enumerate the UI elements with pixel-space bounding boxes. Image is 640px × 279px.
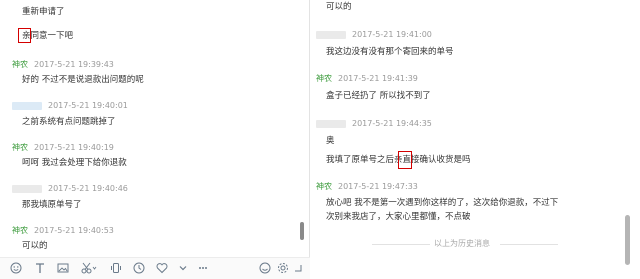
left-message-list: 重新申请了 亲同意一下吧 神农 2017-5-21 19:39:43 好的 不过不…	[0, 0, 302, 257]
history-icon[interactable]	[132, 262, 146, 276]
heart-icon[interactable]	[155, 262, 169, 276]
message-text: 好的 不过不是说退款出问题的呢	[22, 75, 144, 85]
message-meta: 2017-5-21 19:44:35	[316, 118, 432, 129]
message-time: 2017-5-21 19:41:39	[338, 74, 418, 83]
message-meta: 神农 2017-5-21 19:39:43	[12, 59, 114, 70]
highlight-box	[398, 151, 412, 169]
message-time: 2017-5-21 19:40:53	[34, 226, 114, 235]
expand-icon[interactable]	[292, 262, 304, 276]
sender-name: 神农	[12, 60, 28, 69]
left-chat-panel: 重新申请了 亲同意一下吧 神农 2017-5-21 19:39:43 好的 不过不…	[0, 0, 310, 279]
message-time: 2017-5-21 19:47:33	[338, 182, 418, 191]
message-text: 可以的	[22, 241, 48, 251]
highlight-box	[18, 28, 31, 43]
history-label: 以上为历史消息	[434, 239, 490, 248]
emoji-icon[interactable]	[9, 262, 23, 276]
message-text: 奥	[326, 136, 335, 146]
redacted-name	[12, 184, 42, 193]
redacted-name	[316, 30, 346, 39]
redacted-name	[12, 101, 42, 110]
scissors-icon[interactable]	[80, 262, 98, 276]
message-meta: 神农 2017-5-21 19:40:53	[12, 225, 114, 236]
message-text: 放心吧 我不是第一次遇到你这样的了，这次给你退款，不过下	[326, 198, 559, 208]
message-meta: 2017-5-21 19:41:00	[316, 29, 432, 40]
message-text: 可以的	[326, 2, 352, 12]
scrollbar-thumb[interactable]	[300, 222, 304, 240]
right-bottom-bar	[312, 257, 640, 279]
message-time: 2017-5-21 19:39:43	[34, 60, 114, 69]
scrollbar-track[interactable]	[299, 0, 305, 257]
message-time: 2017-5-21 19:40:46	[48, 184, 128, 193]
message-meta: 神农 2017-5-21 19:41:39	[316, 73, 418, 84]
divider-line	[500, 244, 558, 245]
message-time: 2017-5-21 19:40:01	[48, 101, 128, 110]
sender-name: 神农	[316, 182, 332, 191]
message-text: 重新申请了	[22, 7, 65, 17]
settings-icon[interactable]	[276, 262, 290, 276]
message-meta: 神农 2017-5-21 19:40:19	[12, 142, 114, 153]
sender-name: 神农	[316, 74, 332, 83]
message-text: 我这边没有没有那个寄回来的单号	[326, 47, 454, 57]
right-chat-panel: 可以的 2017-5-21 19:41:00 我这边没有没有那个寄回来的单号 神…	[312, 0, 640, 279]
message-meta: 2017-5-21 19:40:01	[12, 100, 128, 111]
sender-name: 神农	[12, 143, 28, 152]
message-text: 盒子已经扔了 所以找不到了	[326, 91, 431, 101]
message-meta: 神农 2017-5-21 19:47:33	[316, 181, 418, 192]
redacted-name	[316, 119, 346, 128]
history-divider: 以上为历史消息	[312, 238, 612, 250]
message-meta: 2017-5-21 19:40:46	[12, 183, 128, 194]
message-time: 2017-5-21 19:40:19	[34, 143, 114, 152]
message-text: 次别来我店了，大家心里都懂，不点破	[326, 212, 471, 222]
font-icon[interactable]	[33, 262, 47, 276]
shake-icon[interactable]	[109, 262, 123, 276]
message-time: 2017-5-21 19:44:35	[352, 119, 432, 128]
chat-toolbar	[0, 257, 310, 279]
image-icon[interactable]	[56, 262, 70, 276]
divider-line	[372, 244, 430, 245]
message-text: 之前系统有点问题跳掉了	[22, 117, 116, 127]
sender-name: 神农	[12, 226, 28, 235]
message-time: 2017-5-21 19:41:00	[352, 30, 432, 39]
chevron-down-icon[interactable]	[176, 262, 190, 276]
smile-icon[interactable]	[258, 262, 272, 276]
message-text: 那我填原单号了	[22, 200, 82, 210]
message-text: 呵呵 我过会处理下给你退款	[22, 158, 127, 168]
more-icon[interactable]	[196, 262, 210, 276]
